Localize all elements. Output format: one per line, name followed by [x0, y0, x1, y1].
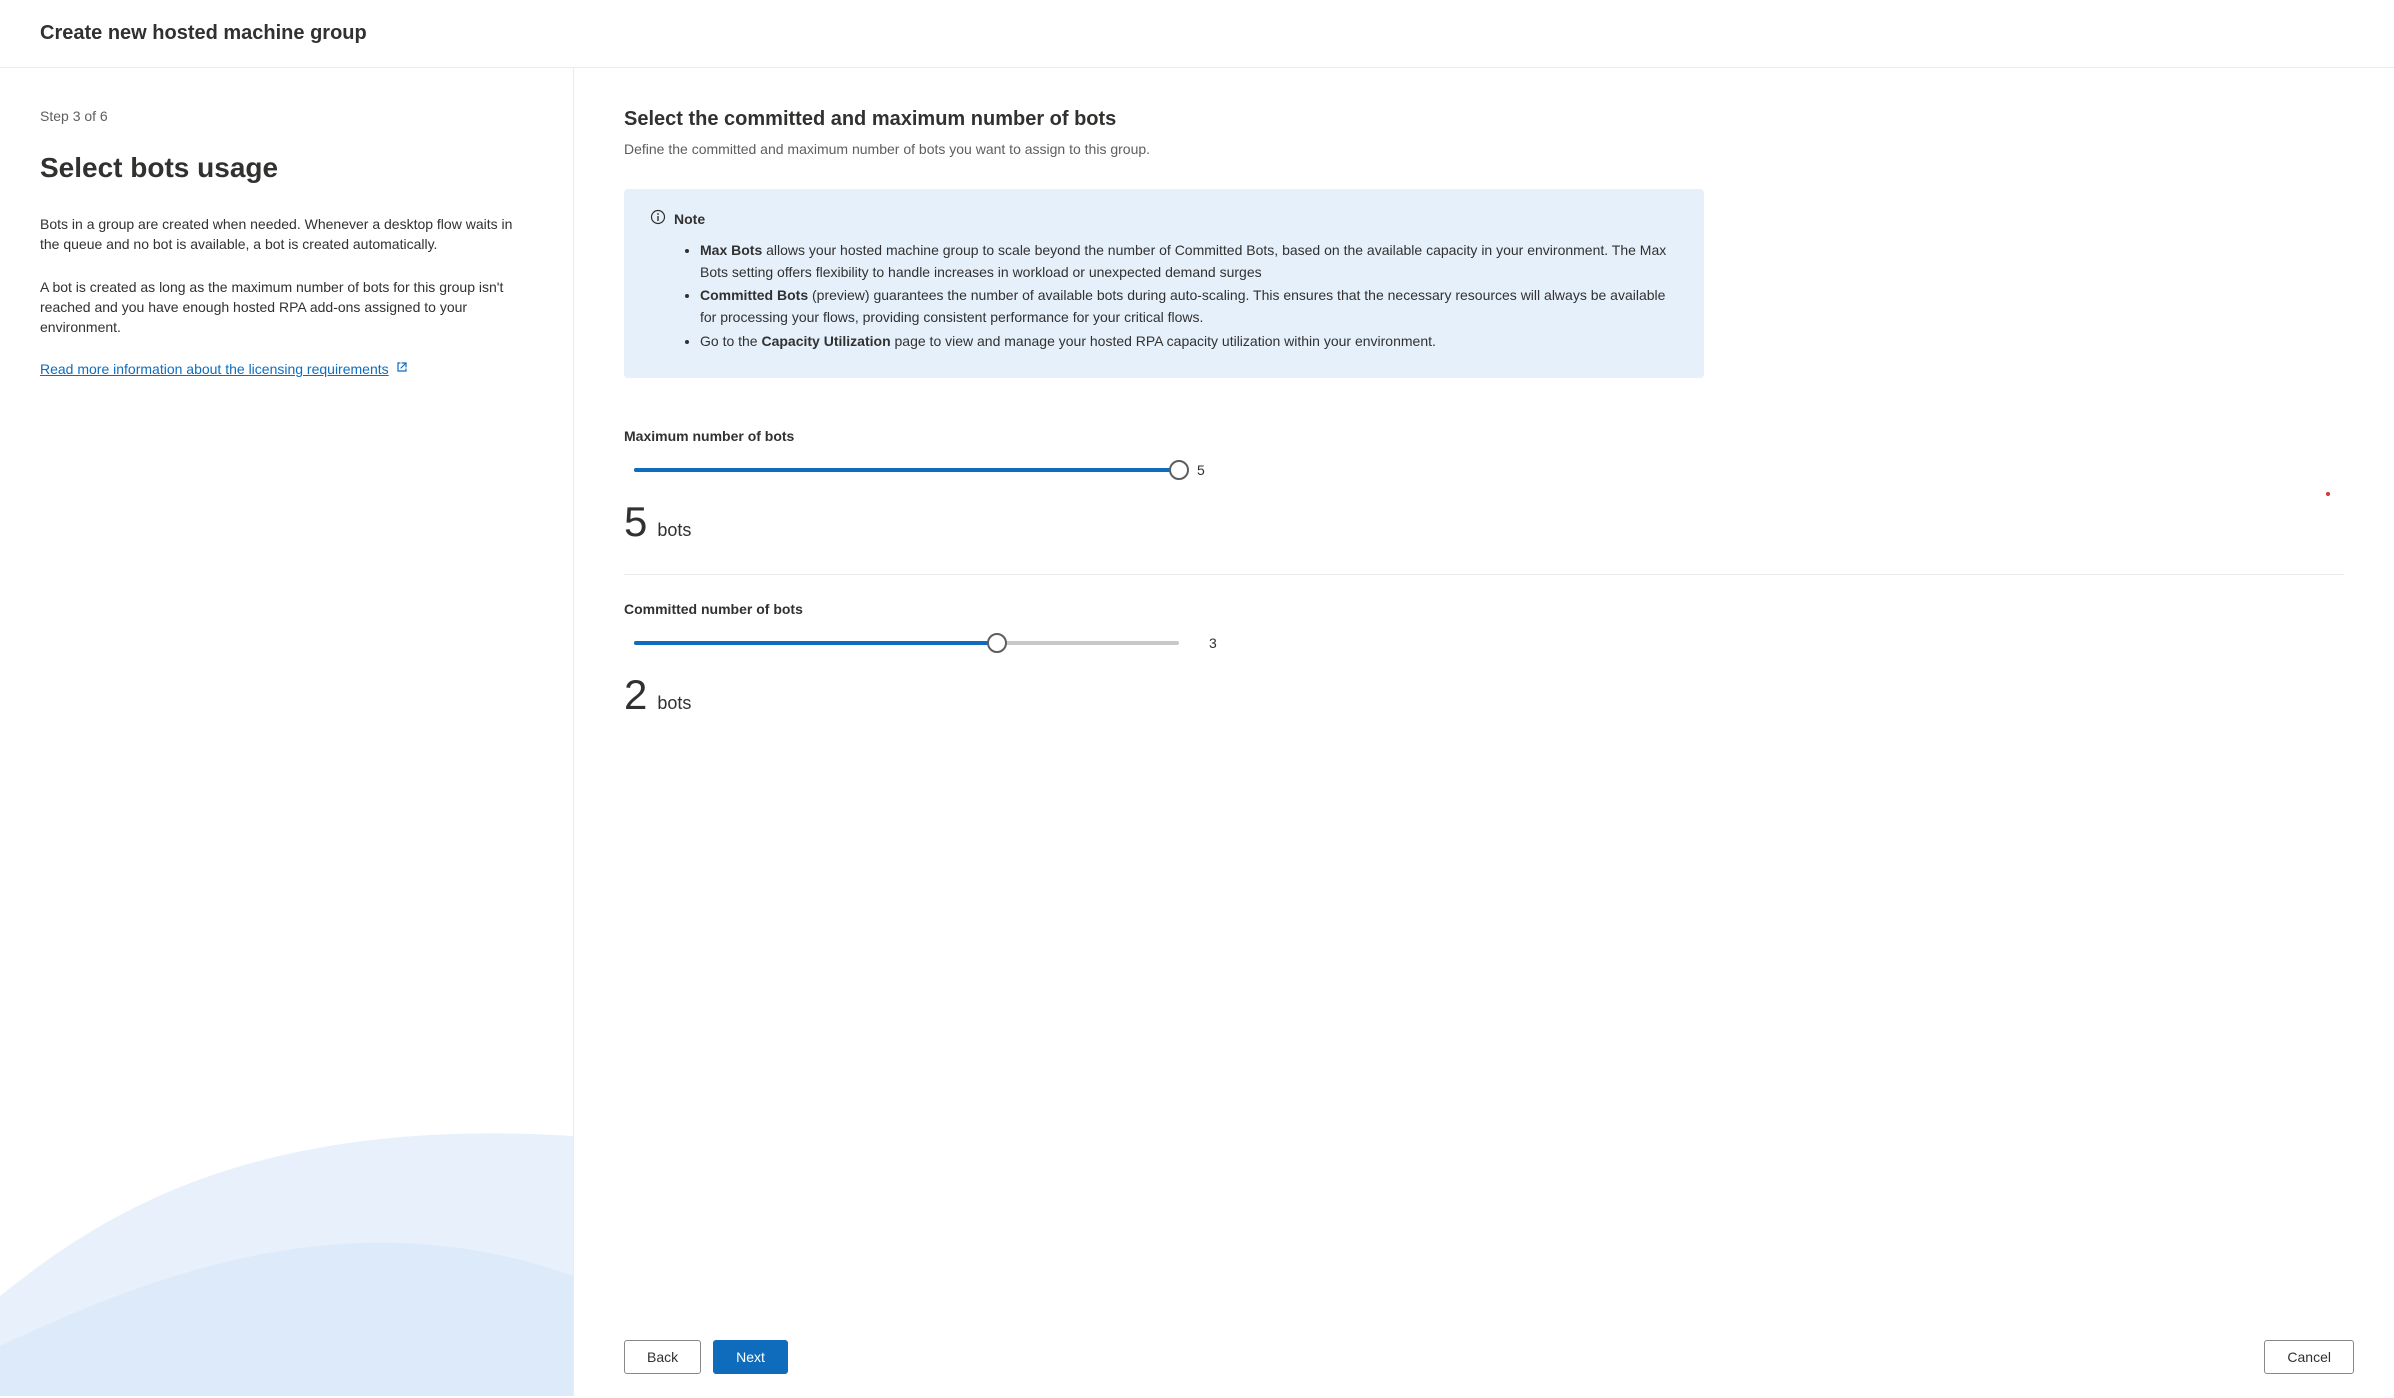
slider-thumb[interactable]: [987, 633, 1007, 653]
max-bots-display: 5 bots: [624, 498, 2344, 546]
layout: Step 3 of 6 Select bots usage Bots in a …: [0, 68, 2394, 1396]
sidebar-para-2: A bot is created as long as the maximum …: [40, 277, 530, 338]
committed-bots-display: 2 bots: [624, 671, 2344, 719]
max-bots-slider-row: 5: [624, 460, 2344, 480]
back-button[interactable]: Back: [624, 1340, 701, 1374]
info-icon: [650, 209, 666, 228]
sidebar-heading: Select bots usage: [40, 152, 533, 184]
slider-fill: [634, 641, 997, 645]
note-list: Max Bots allows your hosted machine grou…: [650, 240, 1678, 352]
main-subtitle: Define the committed and maximum number …: [624, 141, 2344, 157]
step-indicator: Step 3 of 6: [40, 108, 533, 124]
note-bullet-2: Committed Bots (preview) guarantees the …: [700, 285, 1678, 328]
committed-bots-section: Committed number of bots 3 2 bots: [624, 601, 2344, 719]
note-bullet-1: Max Bots allows your hosted machine grou…: [700, 240, 1678, 283]
max-bots-slider[interactable]: [624, 460, 1189, 480]
licensing-link-text: Read more information about the licensin…: [40, 359, 389, 379]
main-title: Select the committed and maximum number …: [624, 108, 2344, 131]
committed-bots-unit: bots: [657, 693, 691, 714]
note-header: Note: [650, 209, 1678, 228]
note-callout: Note Max Bots allows your hosted machine…: [624, 189, 1704, 378]
footer-bar: Back Next Cancel: [624, 1340, 2354, 1374]
max-bots-label: Maximum number of bots: [624, 428, 2344, 444]
slider-thumb[interactable]: [1169, 460, 1189, 480]
note-bullet-3: Go to the Capacity Utilization page to v…: [700, 331, 1678, 353]
licensing-link[interactable]: Read more information about the licensin…: [40, 359, 409, 379]
sidebar-link-wrapper: Read more information about the licensin…: [40, 359, 530, 379]
next-button[interactable]: Next: [713, 1340, 788, 1374]
committed-bots-slider-row: 3: [624, 633, 2344, 653]
main-content: Select the committed and maximum number …: [574, 68, 2394, 1396]
max-bots-number: 5: [624, 498, 647, 546]
note-label: Note: [674, 211, 705, 227]
note-bullet-1-strong: Max Bots: [700, 242, 762, 258]
max-bots-unit: bots: [657, 520, 691, 541]
max-bots-section: Maximum number of bots 5 5 bots: [624, 428, 2344, 546]
note-bullet-1-rest: allows your hosted machine group to scal…: [700, 242, 1666, 280]
external-link-icon: [395, 359, 409, 379]
note-bullet-2-strong: Committed Bots: [700, 287, 808, 303]
page-title: Create new hosted machine group: [40, 22, 2354, 45]
note-bullet-3-rest: page to view and manage your hosted RPA …: [891, 333, 1436, 349]
red-dot-indicator: [2326, 492, 2330, 496]
note-bullet-3-prefix: Go to the: [700, 333, 761, 349]
sidebar-para-1: Bots in a group are created when needed.…: [40, 214, 530, 255]
sidebar: Step 3 of 6 Select bots usage Bots in a …: [0, 68, 574, 1396]
slider-fill: [634, 468, 1179, 472]
note-bullet-3-strong: Capacity Utilization: [761, 333, 890, 349]
section-divider: [624, 574, 2344, 575]
max-bots-tick: 5: [1197, 462, 1205, 478]
committed-bots-tick: 3: [1209, 635, 1217, 651]
page-header: Create new hosted machine group: [0, 0, 2394, 68]
committed-bots-label: Committed number of bots: [624, 601, 2344, 617]
committed-bots-number: 2: [624, 671, 647, 719]
note-bullet-2-rest: (preview) guarantees the number of avail…: [700, 287, 1665, 325]
committed-bots-slider[interactable]: [624, 633, 1189, 653]
decorative-wave: [0, 1096, 573, 1396]
cancel-button[interactable]: Cancel: [2264, 1340, 2354, 1374]
